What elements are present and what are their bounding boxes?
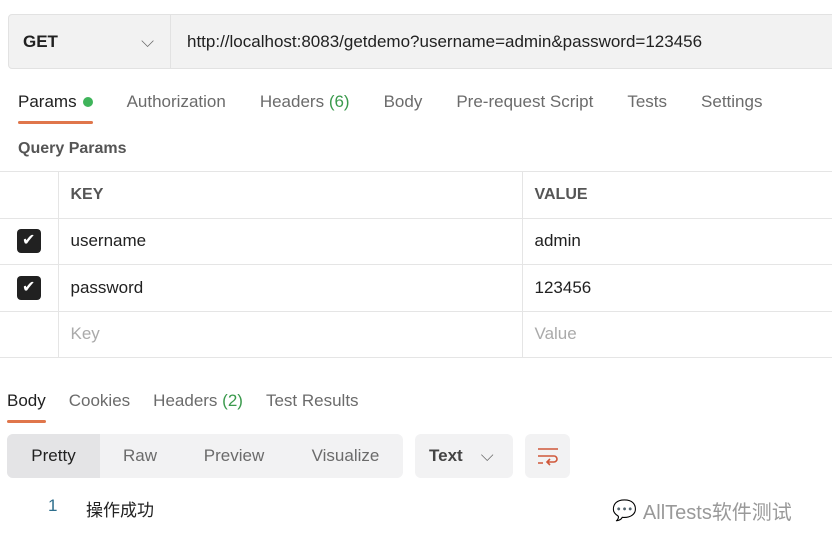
tab-params[interactable]: Params	[18, 92, 93, 124]
watermark: 💬 AllTests软件测试	[612, 500, 792, 524]
wrap-icon	[537, 448, 558, 466]
table-row: Key Value	[0, 310, 832, 358]
url-input[interactable]: http://localhost:8083/getdemo?username=a…	[171, 15, 702, 68]
tab-tests[interactable]: Tests	[627, 92, 667, 112]
param-value[interactable]: 123456	[522, 264, 832, 312]
tab-response-headers[interactable]: Headers (2)	[153, 391, 243, 411]
request-tabs: Params Authorization Headers (6) Body Pr…	[18, 92, 796, 124]
chevron-down-icon: ⌵	[141, 31, 154, 51]
table-row: ✔ username admin	[0, 217, 832, 265]
tab-body[interactable]: Body	[384, 92, 423, 112]
checkbox-checked-icon[interactable]: ✔	[16, 275, 41, 300]
response-body-text: 操作成功	[86, 501, 154, 520]
tab-pre-request-script[interactable]: Pre-request Script	[456, 92, 593, 112]
pretty-button[interactable]: Pretty	[7, 434, 100, 478]
wrap-lines-button[interactable]	[525, 434, 570, 478]
raw-button[interactable]: Raw	[100, 434, 180, 478]
url-bar: GET ⌵ http://localhost:8083/getdemo?usern…	[8, 14, 832, 69]
tab-authorization[interactable]: Authorization	[127, 92, 226, 112]
param-key[interactable]: username	[58, 217, 523, 265]
value-header: VALUE	[522, 171, 832, 219]
value-input[interactable]: Value	[522, 310, 832, 358]
wechat-icon: 💬	[612, 500, 637, 522]
tab-test-results[interactable]: Test Results	[266, 391, 359, 411]
key-header: KEY	[58, 171, 523, 219]
param-key[interactable]: password	[58, 264, 523, 312]
view-mode-selector: Pretty Raw Preview Visualize	[7, 434, 403, 478]
checkbox-checked-icon[interactable]: ✔	[16, 229, 41, 254]
visualize-button[interactable]: Visualize	[288, 434, 403, 478]
query-params-title: Query Params	[18, 140, 127, 157]
table-row: ✔ password 123456	[0, 264, 832, 312]
param-value[interactable]: admin	[522, 217, 832, 265]
chevron-down-icon: ⌵	[480, 446, 494, 465]
line-number: 1	[48, 496, 58, 515]
key-input[interactable]: Key	[58, 310, 523, 358]
method-select[interactable]: GET ⌵	[9, 15, 171, 68]
status-dot-icon	[82, 97, 93, 107]
tab-cookies[interactable]: Cookies	[69, 391, 130, 411]
format-dropdown[interactable]: Text ⌵	[415, 434, 513, 478]
params-table: KEY VALUE ✔ username admin ✔ password 123456 …	[0, 171, 832, 358]
tab-settings[interactable]: Settings	[701, 92, 762, 112]
tab-response-body[interactable]: Body	[7, 391, 46, 423]
preview-button[interactable]: Preview	[180, 434, 288, 478]
response-tabs: Body Cookies Headers (2) Test Results	[7, 391, 382, 423]
tab-headers[interactable]: Headers (6)	[260, 92, 350, 112]
